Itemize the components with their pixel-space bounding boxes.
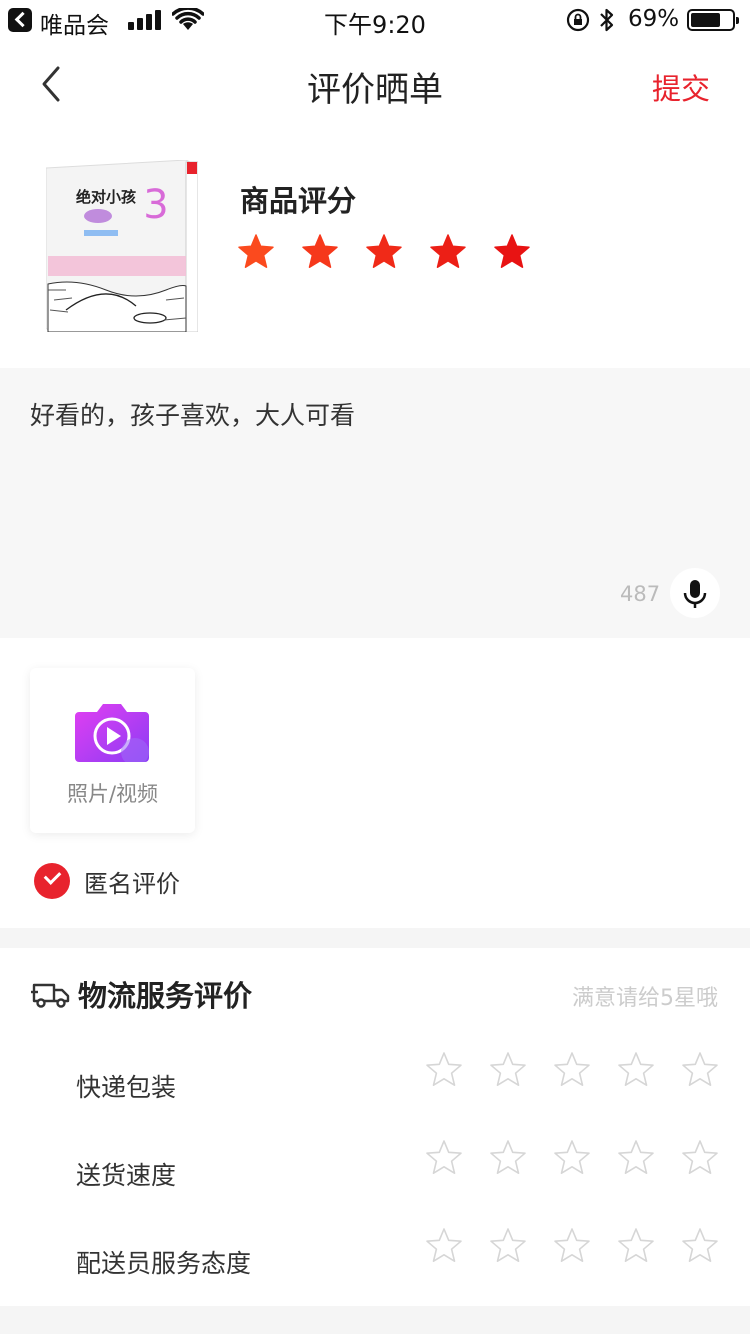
product-rating-stars[interactable] (236, 232, 556, 272)
star-outline-icon[interactable] (488, 1226, 528, 1266)
product-rating-label: 商品评分 (240, 184, 357, 218)
page-title: 评价晒单 (307, 70, 443, 110)
product-section: 绝对小孩 3 商品评分 (0, 128, 750, 368)
star-outline-icon[interactable] (552, 1138, 592, 1178)
courier-rating-stars[interactable] (424, 1226, 744, 1266)
star-outline-icon[interactable] (424, 1050, 464, 1090)
star-outline-icon[interactable] (680, 1050, 720, 1090)
comment-box[interactable]: 好看的，孩子喜欢，大人可看 487 (0, 368, 750, 638)
star-outline-icon[interactable] (680, 1138, 720, 1178)
microphone-icon (683, 580, 707, 608)
comment-textarea[interactable]: 好看的，孩子喜欢，大人可看 (30, 396, 355, 432)
star-outline-icon[interactable] (616, 1138, 656, 1178)
battery-percent: 69% (628, 6, 680, 32)
media-section: 照片/视频 匿名评价 (0, 638, 750, 928)
anonymous-toggle[interactable]: 匿名评价 (34, 862, 180, 900)
star-outline-icon[interactable] (424, 1138, 464, 1178)
submit-button[interactable]: 提交 (652, 66, 710, 108)
upload-photo-video-button[interactable]: 照片/视频 (30, 668, 195, 833)
anonymous-label: 匿名评价 (84, 869, 180, 898)
star-outline-icon[interactable] (680, 1226, 720, 1266)
bottom-band (0, 1306, 750, 1334)
star-icon[interactable] (364, 232, 404, 272)
rating-row-label: 配送员服务态度 (76, 1249, 252, 1278)
rating-row-label: 送货速度 (76, 1161, 177, 1190)
star-outline-icon[interactable] (424, 1226, 464, 1266)
star-icon[interactable] (300, 232, 340, 272)
logistics-section: 物流服务评价 满意请给5星哦 快递包装 送货速度 配送员服务态度 (0, 948, 750, 1306)
speed-rating-stars[interactable] (424, 1138, 744, 1178)
rating-row-packaging: 快递包装 (0, 1050, 750, 1110)
star-outline-icon[interactable] (488, 1050, 528, 1090)
star-outline-icon[interactable] (552, 1050, 592, 1090)
rating-row-label: 快递包装 (76, 1073, 177, 1102)
star-icon[interactable] (492, 232, 532, 272)
star-icon[interactable] (236, 232, 276, 272)
rating-row-courier: 配送员服务态度 (0, 1226, 750, 1286)
rating-row-speed: 送货速度 (0, 1138, 750, 1198)
star-outline-icon[interactable] (616, 1050, 656, 1090)
packaging-rating-stars[interactable] (424, 1050, 744, 1090)
nav-bar: 评价晒单 提交 (0, 40, 750, 128)
status-bar: 唯品会 下午9:20 69% (0, 0, 750, 40)
upload-label: 照片/视频 (66, 782, 159, 806)
bluetooth-icon (600, 8, 614, 32)
remaining-char-count: 487 (620, 582, 661, 606)
orientation-lock-icon (566, 8, 590, 32)
book-title-art: 绝对小孩 (76, 188, 136, 206)
star-outline-icon[interactable] (488, 1138, 528, 1178)
truck-icon (31, 983, 70, 1008)
logistics-hint: 满意请给5星哦 (572, 986, 718, 1011)
check-circle-icon[interactable] (34, 863, 70, 899)
logistics-header: 物流服务评价 (30, 974, 252, 1014)
voice-input-button[interactable] (670, 568, 720, 618)
battery-icon (687, 9, 739, 31)
star-outline-icon[interactable] (552, 1226, 592, 1266)
book-number-art: 3 (143, 182, 168, 228)
logistics-title: 物流服务评价 (78, 979, 253, 1013)
star-outline-icon[interactable] (616, 1226, 656, 1266)
video-camera-icon (75, 704, 149, 762)
star-icon[interactable] (428, 232, 468, 272)
product-image: 绝对小孩 3 (46, 160, 198, 332)
section-divider (0, 928, 750, 948)
